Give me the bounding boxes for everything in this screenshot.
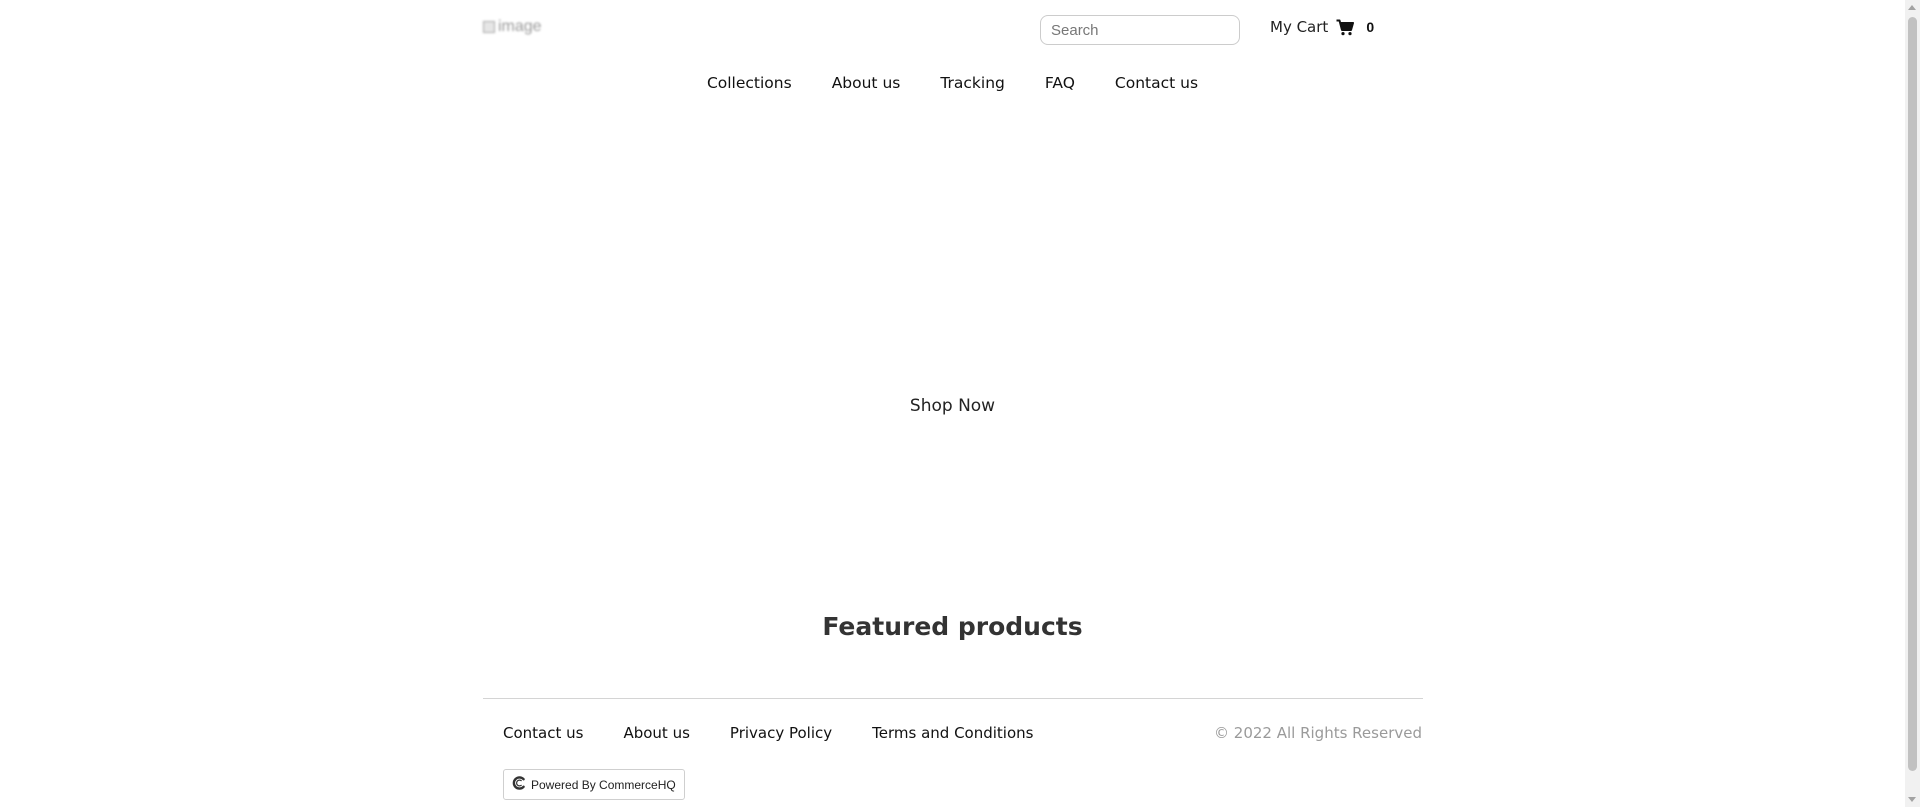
scroll-up-arrow-icon[interactable] <box>1908 5 1916 10</box>
footer-link-privacy-policy[interactable]: Privacy Policy <box>730 724 832 742</box>
powered-by-badge[interactable]: Powered By CommerceHQ <box>503 769 685 800</box>
scrollbar-thumb[interactable] <box>1908 17 1917 771</box>
nav-item-about-us[interactable]: About us <box>832 74 901 92</box>
search-input[interactable] <box>1040 15 1240 45</box>
nav-item-tracking[interactable]: Tracking <box>940 74 1005 92</box>
nav-item-faq[interactable]: FAQ <box>1045 74 1075 92</box>
footer-link-contact-us[interactable]: Contact us <box>503 724 583 742</box>
shop-now-button[interactable]: Shop Now <box>0 396 1905 416</box>
footer-divider <box>483 698 1423 699</box>
logo-alt-text: image <box>498 18 542 35</box>
scroll-down-arrow-icon[interactable] <box>1908 797 1916 802</box>
store-logo[interactable]: image <box>483 18 542 36</box>
nav-item-collections[interactable]: Collections <box>707 74 792 92</box>
cart-button[interactable]: My Cart 0 <box>1270 18 1374 36</box>
vertical-scrollbar[interactable] <box>1905 0 1920 807</box>
footer-links: Contact us About us Privacy Policy Terms… <box>503 724 1033 742</box>
cart-label: My Cart <box>1270 18 1329 36</box>
main-nav: Collections About us Tracking FAQ Contac… <box>0 74 1905 92</box>
powered-by-text: Powered By CommerceHQ <box>531 777 676 792</box>
footer-link-terms-and-conditions[interactable]: Terms and Conditions <box>872 724 1033 742</box>
page: image My Cart 0 Collections About us Tra… <box>0 0 1920 807</box>
featured-products-heading: Featured products <box>822 612 1083 641</box>
copyright-text: © 2022 All Rights Reserved <box>1214 724 1422 742</box>
commercehq-logo-icon <box>512 776 526 793</box>
footer-link-about-us[interactable]: About us <box>623 724 689 742</box>
broken-image-icon <box>483 21 495 33</box>
shopping-cart-icon <box>1336 19 1355 36</box>
nav-item-contact-us[interactable]: Contact us <box>1115 74 1198 92</box>
cart-count: 0 <box>1366 19 1375 35</box>
